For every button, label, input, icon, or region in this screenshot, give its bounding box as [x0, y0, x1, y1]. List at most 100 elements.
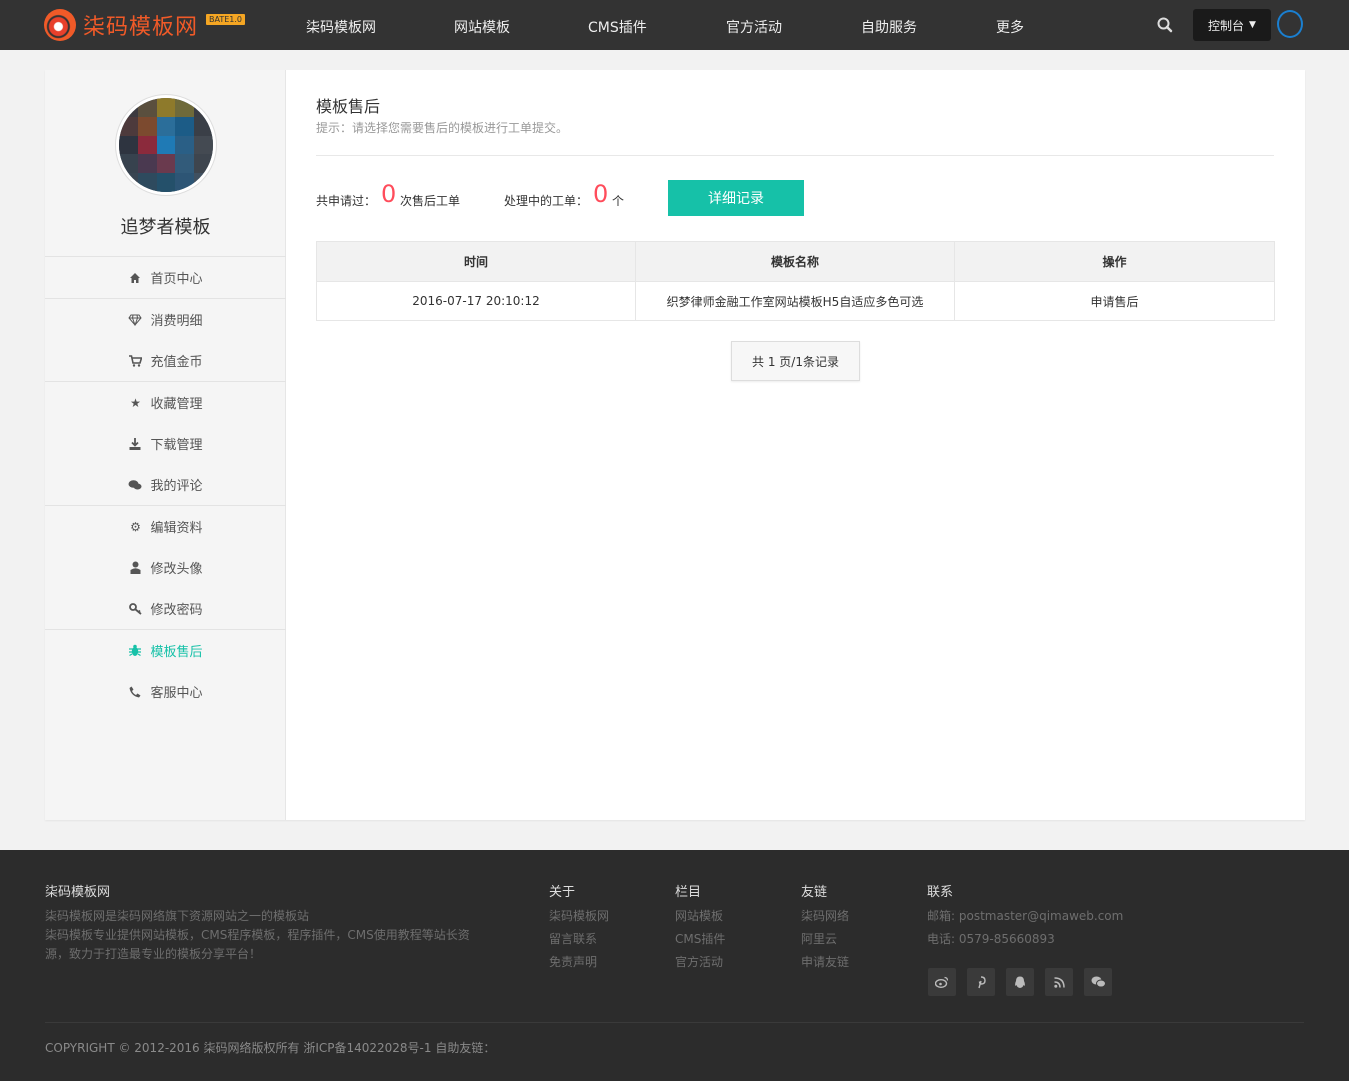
sidebar-item-home[interactable]: 首页中心	[45, 257, 286, 298]
avatar[interactable]	[116, 95, 216, 195]
title-divider	[316, 155, 1274, 156]
caret-down-icon: ▼	[1249, 20, 1256, 30]
search-icon[interactable]	[1156, 16, 1174, 34]
detail-records-button[interactable]: 详细记录	[668, 180, 804, 216]
sidebar-item-consumption[interactable]: 消费明细	[45, 299, 286, 340]
sidebar-item-after-sales[interactable]: 模板售后	[45, 630, 286, 671]
footer-col-title-contact: 联系	[927, 885, 954, 900]
total-suffix: 次售后工单	[400, 194, 461, 208]
processing-suffix: 个	[612, 194, 625, 208]
column-header-template-name: 模板名称	[636, 242, 955, 281]
sidebar-item-label: 修改头像	[150, 562, 203, 577]
page-title: 模板售后	[316, 97, 381, 116]
version-badge: BATE1.0	[206, 14, 246, 25]
sidebar-item-label: 消费明细	[150, 314, 203, 329]
logo-text: 柒码模板网	[83, 15, 199, 40]
sidebar-item-edit-profile[interactable]: ⚙ 编辑资料	[45, 506, 286, 547]
nav-item-self-service[interactable]: 自助服务	[861, 17, 917, 37]
user-sidebar: 追梦者模板 首页中心 消费明细 充值金币 ★ 收藏管理 下载管理 我的评论 ⚙ …	[45, 70, 286, 820]
cell-time: 2016-07-17 20:10:12	[317, 282, 636, 320]
sidebar-item-label: 修改密码	[150, 603, 203, 618]
table-header: 时间 模板名称 操作	[317, 242, 1274, 282]
ticket-table: 时间 模板名称 操作 2016-07-17 20:10:12 织梦律师金融工作室…	[316, 241, 1275, 321]
nav-item-home[interactable]: 柒码模板网	[306, 17, 376, 37]
main-panel: 追梦者模板 首页中心 消费明细 充值金币 ★ 收藏管理 下载管理 我的评论 ⚙ …	[45, 70, 1305, 820]
nav-item-events[interactable]: 官方活动	[726, 17, 782, 37]
sidebar-item-label: 下载管理	[150, 438, 203, 453]
partner-logo-icon[interactable]	[1277, 10, 1303, 38]
key-icon	[128, 602, 142, 616]
footer-about-line: 柒码模板网是柒码网络旗下资源网站之一的模板站	[45, 909, 310, 923]
nav-item-templates[interactable]: 网站模板	[454, 17, 510, 37]
processing-label: 处理中的工单：	[504, 194, 589, 208]
footer-link[interactable]: 网站模板	[675, 907, 723, 924]
gear-icon: ⚙	[130, 519, 141, 534]
column-header-action: 操作	[1102, 255, 1127, 269]
pagination[interactable]: 共 1 页/1条记录	[731, 341, 860, 381]
footer-link[interactable]: 留言联系	[549, 930, 597, 947]
star-icon: ★	[130, 395, 141, 410]
footer-link[interactable]: 免责声明	[549, 953, 597, 970]
wechat-icon[interactable]	[1084, 968, 1112, 996]
site-logo[interactable]: 柒码模板网 BATE1.0	[44, 8, 246, 42]
download-icon	[128, 437, 142, 451]
comments-icon	[128, 478, 142, 492]
total-count: 0	[381, 180, 397, 208]
rss-icon[interactable]	[1045, 968, 1073, 996]
logo-icon	[44, 9, 76, 41]
footer-col-title-friend-links: 友链	[801, 885, 828, 900]
home-icon	[128, 271, 142, 285]
sidebar-item-customer-service[interactable]: 客服中心	[45, 671, 286, 712]
footer-phone: 电话: 0579-85660893	[927, 932, 1055, 946]
weibo-icon[interactable]	[928, 968, 956, 996]
footer-link[interactable]: 柒码网络	[801, 907, 849, 924]
qq-icon[interactable]	[1006, 968, 1034, 996]
footer-about: 柒码模板网是柒码网络旗下资源网站之一的模板站 柒码模板专业提供网站模板，CMS程…	[45, 907, 485, 964]
sidebar-item-comments[interactable]: 我的评论	[45, 464, 286, 505]
footer-link[interactable]: 申请友链	[801, 953, 849, 970]
site-footer: 柒码模板网 柒码模板网是柒码网络旗下资源网站之一的模板站 柒码模板专业提供网站模…	[0, 850, 1349, 1081]
footer-col-title-sections: 栏目	[675, 885, 702, 900]
copyright-text: COPYRIGHT © 2012-2016 柒码网络版权所有 浙ICP备1402…	[45, 1041, 496, 1055]
sidebar-item-label: 充值金币	[150, 355, 203, 370]
sidebar-item-label: 编辑资料	[150, 521, 203, 536]
ticket-stats: 共申请过： 0 次售后工单 处理中的工单： 0 个 详细记录	[316, 180, 1276, 216]
table-row: 2016-07-17 20:10:12 织梦律师金融工作室网站模板H5自适应多色…	[317, 282, 1274, 320]
footer-email: 邮箱: postmaster@qimaweb.com	[927, 909, 1124, 923]
console-label: 控制台	[1208, 18, 1245, 33]
pinterest-icon[interactable]	[967, 968, 995, 996]
sidebar-item-recharge[interactable]: 充值金币	[45, 340, 286, 381]
footer-col-title-about: 关于	[549, 885, 576, 900]
diamond-icon	[128, 313, 143, 327]
sidebar-item-label: 客服中心	[150, 686, 203, 701]
top-navbar: 柒码模板网 BATE1.0 柒码模板网 网站模板 CMS插件 官方活动 自助服务…	[0, 0, 1349, 50]
sidebar-item-favorites[interactable]: ★ 收藏管理	[45, 382, 286, 423]
sidebar-item-change-avatar[interactable]: 修改头像	[45, 547, 286, 588]
total-label: 共申请过：	[316, 194, 377, 208]
user-icon	[128, 561, 142, 575]
footer-link[interactable]: 柒码模板网	[549, 907, 609, 924]
apply-after-sales-link[interactable]: 申请售后	[955, 282, 1274, 320]
console-dropdown-button[interactable]: 控制台 ▼	[1193, 9, 1271, 41]
username: 追梦者模板	[120, 217, 211, 238]
phone-icon	[128, 685, 142, 699]
sidebar-item-label: 模板售后	[150, 645, 203, 660]
nav-item-cms-plugins[interactable]: CMS插件	[588, 17, 647, 37]
nav-item-more[interactable]: 更多	[996, 17, 1024, 37]
column-header-time: 时间	[317, 242, 636, 281]
footer-divider	[45, 1022, 1304, 1023]
cart-icon	[128, 354, 142, 368]
sidebar-item-change-password[interactable]: 修改密码	[45, 588, 286, 629]
footer-link[interactable]: 官方活动	[675, 953, 723, 970]
bug-icon	[128, 644, 142, 658]
page-hint: 提示：请选择您需要售后的模板进行工单提交。	[316, 121, 569, 135]
sidebar-item-downloads[interactable]: 下载管理	[45, 423, 286, 464]
footer-brand-title: 柒码模板网	[45, 885, 111, 900]
footer-about-line: 柒码模板专业提供网站模板，CMS程序模板，程序插件，CMS使用教程等站长资源，致…	[45, 928, 470, 961]
sidebar-item-label: 我的评论	[150, 479, 203, 494]
sidebar-item-label: 收藏管理	[150, 397, 203, 412]
footer-link[interactable]: 阿里云	[801, 930, 837, 947]
processing-count: 0	[593, 180, 609, 208]
footer-link[interactable]: CMS插件	[675, 930, 725, 947]
cell-template-name: 织梦律师金融工作室网站模板H5自适应多色可选	[636, 282, 955, 320]
